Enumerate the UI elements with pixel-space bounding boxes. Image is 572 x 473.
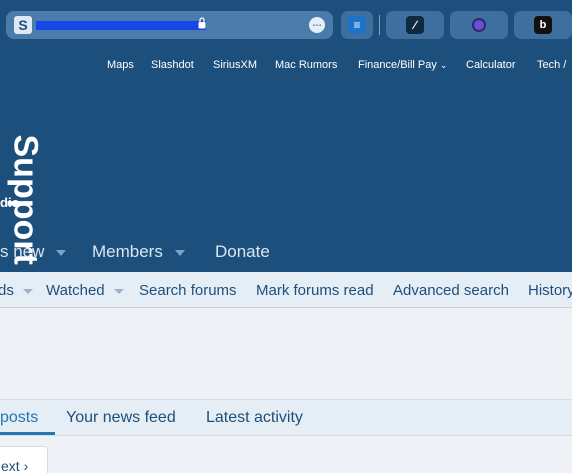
active-tab-indicator (0, 432, 55, 435)
subnav-label: Watched (46, 282, 105, 299)
bookmark-slashdot[interactable]: Slashdot (151, 59, 194, 71)
tab-latest-activity[interactable]: Latest activity (206, 409, 303, 427)
sub-navigation: ds Watched Search forums Mark forums rea… (0, 272, 572, 308)
site-logo[interactable]: Support (6, 135, 45, 265)
bookmark-folder-label: Finance/Bill Pay (358, 59, 437, 71)
b-logo-icon: b (534, 16, 552, 34)
chevron-down-icon[interactable] (113, 288, 124, 294)
url-redaction (36, 21, 206, 30)
vector-icon: ∕ (406, 16, 424, 34)
more-options-icon[interactable]: … (309, 17, 325, 33)
tab-new-posts[interactable]: posts (0, 409, 38, 427)
extension-button-b[interactable]: b (514, 11, 572, 39)
circle-icon (470, 16, 488, 34)
subnav-history[interactable]: History (528, 282, 572, 299)
subnav-watched[interactable]: Watched (46, 282, 124, 299)
browser-toolbar: S … ≡ ∕ b (0, 0, 572, 50)
subnav-advanced-search[interactable]: Advanced search (393, 282, 509, 299)
subnav-threads[interactable]: ds (0, 282, 33, 299)
wifi-icon: ≡ (348, 16, 366, 34)
bookmark-finance-folder[interactable]: Finance/Bill Pay ⌄ (358, 59, 447, 71)
subnav-label: ds (0, 282, 14, 299)
bookmark-maps[interactable]: Maps (107, 59, 134, 71)
nav-donate[interactable]: Donate (215, 242, 270, 262)
subnav-search-forums[interactable]: Search forums (139, 282, 237, 299)
nav-whats-new[interactable]: s new (0, 242, 67, 262)
bookmarks-bar: Maps Slashdot SiriusXM Mac Rumors Financ… (0, 50, 572, 80)
site-favicon-icon: S (14, 16, 32, 34)
address-bar[interactable]: S … (6, 11, 333, 39)
chevron-down-icon[interactable] (174, 249, 185, 256)
extension-button-circle[interactable] (450, 11, 508, 39)
extension-button-vector[interactable]: ∕ (386, 11, 444, 39)
site-logo-subtext: dio (0, 195, 20, 210)
subnav-mark-forums-read[interactable]: Mark forums read (256, 282, 374, 299)
pagination-next-button[interactable]: ext › (0, 446, 48, 473)
chevron-down-icon[interactable] (22, 288, 33, 294)
bookmark-mac-rumors[interactable]: Mac Rumors (275, 59, 337, 71)
bookmark-tech[interactable]: Tech / (537, 59, 566, 71)
tabs-bar: posts Your news feed Latest activity (0, 399, 572, 436)
toolbar-divider (379, 15, 380, 35)
extension-button-wifi[interactable]: ≡ (341, 11, 373, 39)
nav-members[interactable]: Members (92, 242, 185, 262)
nav-label: Members (92, 242, 163, 261)
bookmark-siriusxm[interactable]: SiriusXM (213, 59, 257, 71)
lock-icon (198, 17, 206, 29)
site-header: Support dio s new Members Donate (0, 80, 572, 272)
chevron-down-icon[interactable] (56, 249, 67, 256)
chevron-down-icon: ⌄ (439, 60, 448, 70)
bookmark-calculator[interactable]: Calculator (466, 59, 516, 71)
nav-label: s new (0, 242, 45, 261)
tab-your-news-feed[interactable]: Your news feed (66, 409, 176, 427)
main-content: posts Your news feed Latest activity ext… (0, 309, 572, 473)
